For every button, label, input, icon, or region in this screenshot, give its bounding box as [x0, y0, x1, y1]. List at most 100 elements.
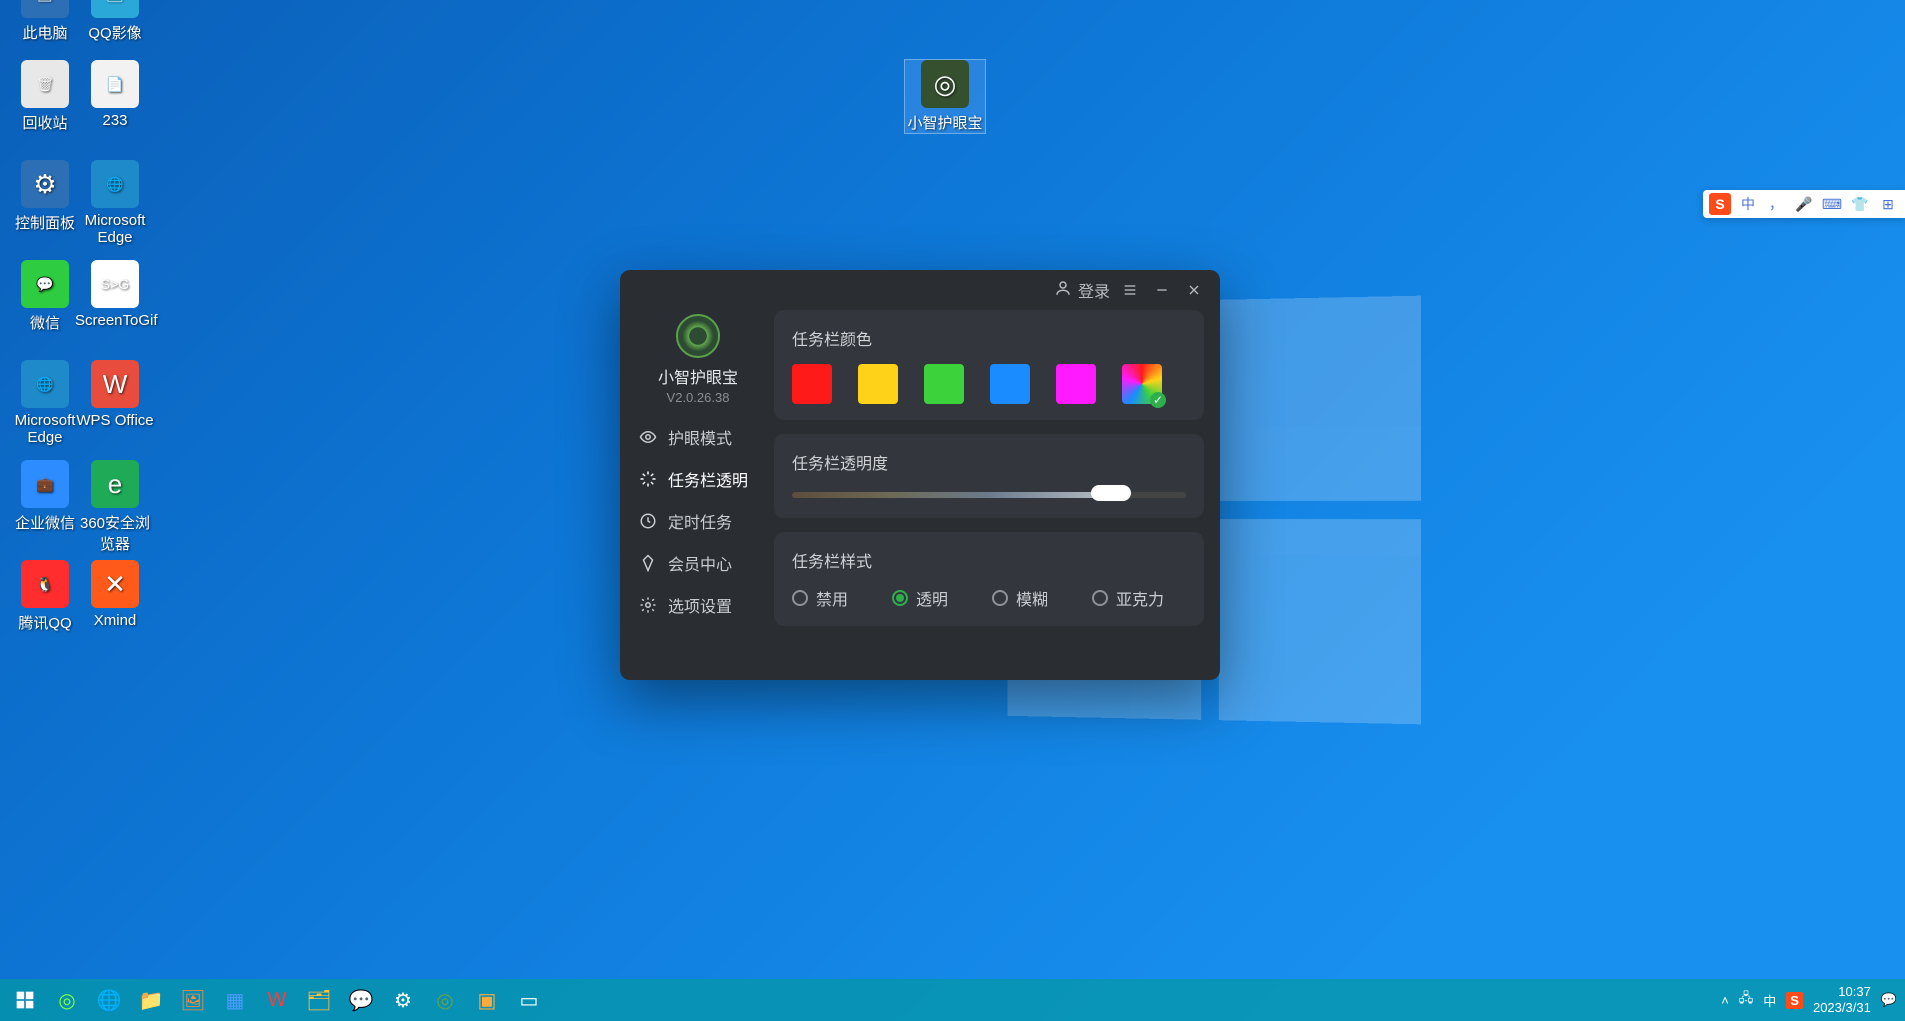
desktop-icon[interactable]: 🖼 QQ影像	[75, 0, 155, 43]
icon-label: ScreenToGif	[75, 312, 155, 329]
task-wechat[interactable]: 💬	[344, 983, 378, 1017]
diamond-icon	[638, 553, 658, 573]
style-radio[interactable]: 亚克力	[1092, 586, 1164, 610]
icon-label: 回收站	[5, 112, 85, 133]
desktop-icon[interactable]: 📄233	[75, 60, 155, 129]
nav-label: 会员中心	[668, 551, 732, 575]
radio-label: 亚克力	[1116, 586, 1164, 610]
tray-notifications-icon[interactable]: 💬	[1881, 992, 1897, 1008]
icon-label: 360安全浏览器	[75, 512, 155, 554]
task-folder[interactable]: 🗂	[302, 983, 336, 1017]
icon-label: 233	[75, 112, 155, 129]
task-wps[interactable]: W	[260, 983, 294, 1017]
start-button[interactable]	[8, 983, 42, 1017]
icon-label: QQ影像	[75, 22, 155, 43]
task-edge[interactable]: 🌐	[92, 983, 126, 1017]
icon-glyph: e	[91, 460, 139, 508]
login-label: 登录	[1078, 278, 1110, 302]
color-swatch[interactable]	[792, 364, 832, 404]
taskbar[interactable]: ◎ 🌐 📁 🖼 ▦ W 🗂 💬 ⚙ ◎ ▣ ▭ ˄ 🖧 中 S 10:37 20…	[0, 979, 1905, 1021]
color-swatch-custom[interactable]	[1122, 364, 1162, 404]
minimize-button[interactable]	[1150, 278, 1174, 302]
icon-glyph: W	[91, 360, 139, 408]
slider-thumb[interactable]	[1091, 485, 1131, 501]
color-swatch[interactable]	[1056, 364, 1096, 404]
icon-label: WPS Office	[75, 412, 155, 429]
style-radio[interactable]: 禁用	[792, 586, 848, 610]
app-name: 小智护眼宝	[634, 364, 762, 388]
ime-floating-bar[interactable]: S 中 ， 🎤 ⌨ 👕 ⊞	[1703, 190, 1905, 218]
ime-punct-icon[interactable]: ，	[1765, 193, 1787, 215]
tray-chevron-icon[interactable]: ˄	[1721, 993, 1729, 1008]
system-tray: ˄ 🖧 中 S 10:37 2023/3/31 💬	[1721, 984, 1897, 1015]
task-settings[interactable]: ⚙	[386, 983, 420, 1017]
ime-skin-icon[interactable]: 👕	[1849, 193, 1871, 215]
radio-dot-icon	[892, 590, 908, 606]
tray-network-icon[interactable]: 🖧	[1739, 989, 1754, 1011]
clock[interactable]: 10:37 2023/3/31	[1813, 984, 1871, 1015]
login-button[interactable]: 登录	[1054, 278, 1110, 302]
desktop-icon[interactable]: W WPS Office	[75, 360, 155, 429]
user-icon	[1054, 279, 1072, 302]
radio-dot-icon	[992, 590, 1008, 606]
desktop-icon[interactable]: 💬微信	[5, 260, 85, 333]
brand: 小智护眼宝 V2.0.26.38	[634, 314, 762, 405]
task-explorer[interactable]: 📁	[134, 983, 168, 1017]
nav-label: 任务栏透明	[668, 467, 748, 491]
clock-icon	[638, 511, 658, 531]
color-swatches	[792, 364, 1186, 404]
desktop-icon[interactable]: 🖥此电脑	[5, 0, 85, 43]
icon-glyph: ◎	[921, 60, 969, 108]
nav-item[interactable]: 会员中心	[634, 545, 762, 581]
menu-button[interactable]	[1118, 278, 1142, 302]
desktop-icon[interactable]: 🌐Microsoft Edge	[5, 360, 85, 446]
opacity-slider[interactable]	[792, 488, 1186, 502]
icon-glyph: 💬	[21, 260, 69, 308]
icon-label: Microsoft Edge	[5, 412, 85, 446]
task-image[interactable]: 🖼	[176, 983, 210, 1017]
nav-label: 选项设置	[668, 593, 732, 617]
icon-label: Microsoft Edge	[75, 212, 155, 246]
close-button[interactable]	[1182, 278, 1206, 302]
desktop-icon[interactable]: ✕Xmind	[75, 560, 155, 629]
task-app2[interactable]: ▭	[512, 983, 546, 1017]
desktop-icon[interactable]: 🐧腾讯QQ	[5, 560, 85, 633]
task-app1[interactable]: ▣	[470, 983, 504, 1017]
nav-item[interactable]: 任务栏透明	[634, 461, 762, 497]
desktop-icon[interactable]: e360安全浏览器	[75, 460, 155, 554]
nav-item[interactable]: 选项设置	[634, 587, 762, 623]
taskbar-style-card: 任务栏样式 禁用透明模糊亚克力	[774, 532, 1204, 626]
nav-item[interactable]: 定时任务	[634, 503, 762, 539]
ime-keyboard-icon[interactable]: ⌨	[1821, 193, 1843, 215]
color-swatch[interactable]	[858, 364, 898, 404]
tray-sogou-icon[interactable]: S	[1786, 992, 1803, 1009]
taskbar-color-title: 任务栏颜色	[792, 326, 1186, 350]
ime-mic-icon[interactable]: 🎤	[1793, 193, 1815, 215]
nav: 护眼模式任务栏透明定时任务会员中心选项设置	[634, 419, 762, 623]
radio-dot-icon	[1092, 590, 1108, 606]
icon-label: 此电脑	[5, 22, 85, 43]
ime-lang[interactable]: 中	[1737, 193, 1759, 215]
desktop-icon[interactable]: 💼企业微信	[5, 460, 85, 533]
style-radio[interactable]: 模糊	[992, 586, 1048, 610]
desktop-icon[interactable]: ⚙控制面板	[5, 160, 85, 233]
icon-glyph: 🌐	[91, 160, 139, 208]
style-radio[interactable]: 透明	[892, 586, 948, 610]
nav-item[interactable]: 护眼模式	[634, 419, 762, 455]
task-manager[interactable]: ▦	[218, 983, 252, 1017]
nav-label: 定时任务	[668, 509, 732, 533]
desktop-icon[interactable]: 🗑回收站	[5, 60, 85, 133]
tray-ime[interactable]: 中	[1763, 991, 1776, 1010]
ime-toolbox-icon[interactable]: ⊞	[1877, 193, 1899, 215]
task-360[interactable]: ◎	[50, 983, 84, 1017]
color-swatch[interactable]	[990, 364, 1030, 404]
icon-glyph: 💼	[21, 460, 69, 508]
icon-glyph: 🖼	[91, 0, 139, 18]
desktop-icon[interactable]: S>GScreenToGif	[75, 260, 155, 329]
style-radios: 禁用 透明 模糊 亚克力	[792, 586, 1186, 610]
task-eyeguard[interactable]: ◎	[428, 983, 462, 1017]
color-swatch[interactable]	[924, 364, 964, 404]
desktop-icon[interactable]: ◎小智护眼宝	[905, 60, 985, 133]
taskbar-opacity-title: 任务栏透明度	[792, 450, 1186, 474]
desktop-icon[interactable]: 🌐 Microsoft Edge	[75, 160, 155, 246]
